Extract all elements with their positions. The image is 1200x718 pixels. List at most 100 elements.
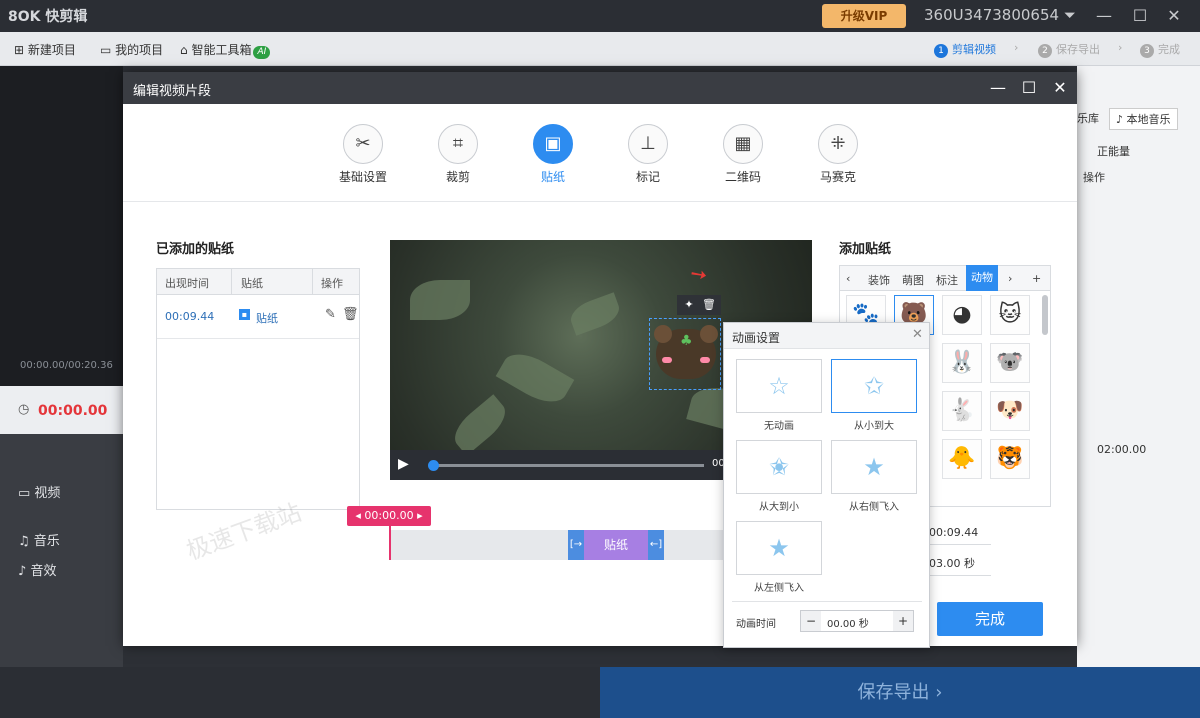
track-video[interactable]: ▭ 视频 <box>0 482 123 512</box>
clip-start-handle[interactable]: [→ <box>568 530 584 560</box>
divider <box>732 601 922 602</box>
decrement-button[interactable]: − <box>801 611 821 631</box>
local-music-button[interactable]: ♪ 本地音乐 <box>1109 108 1178 130</box>
sound-effect-icon: ♪ <box>18 564 31 579</box>
done-button[interactable]: 完成 <box>937 602 1043 636</box>
trash-icon[interactable]: 🗑 <box>699 297 719 313</box>
dialog-maximize-icon[interactable]: ☐ <box>1016 76 1042 100</box>
minimize-icon[interactable]: — <box>1090 4 1118 28</box>
popup-title: 动画设置 <box>732 331 781 345</box>
folder-icon: ▭ <box>100 43 116 57</box>
bear-cheek <box>700 357 710 363</box>
sticker-tab-animal[interactable]: 动物 <box>966 265 998 291</box>
playhead-marker[interactable]: ◂ 00:00.00 ▸ <box>347 506 431 526</box>
track-music[interactable]: ♫ 音乐 <box>0 530 123 560</box>
sticker-tab-annotate[interactable]: 标注 <box>936 272 958 288</box>
add-icon[interactable]: + <box>1032 272 1041 285</box>
tab-label: 标记 <box>635 170 660 184</box>
progress-track[interactable] <box>430 464 704 467</box>
sticker-tab-decor[interactable]: 装饰 <box>868 272 890 288</box>
smart-tools-button[interactable]: ⌂ 智能工具箱 AI <box>180 41 271 59</box>
sticker-category-tabs: ‹ 装饰 萌图 标注 动物 › + <box>839 265 1051 291</box>
table-row[interactable]: 00:09.44 ▪ 贴纸 ✎ 🗑 <box>157 295 359 339</box>
music-library-button[interactable]: 乐库 <box>1077 110 1099 126</box>
anim-option-grow[interactable]: ✩ 从小到大 <box>831 359 917 432</box>
dialog-header: 编辑视频片段 — ☐ ✕ <box>123 72 1077 104</box>
chevron-right-icon[interactable]: › <box>1008 272 1012 285</box>
save-export-label: 保存导出 <box>857 682 930 703</box>
step-edit-video[interactable]: 1 剪辑视频 <box>934 41 996 58</box>
divider <box>231 269 232 295</box>
step-number: 3 <box>1140 44 1154 58</box>
sticker-scrollbar[interactable] <box>1042 295 1048 335</box>
title-bar: 8OK 快剪辑 升级VIP 360U3473800654 ⏷ — ☐ ✕ <box>0 0 1200 32</box>
sticker-on-video[interactable]: ♣ <box>649 318 721 390</box>
sticker-timeline[interactable] <box>390 530 730 560</box>
account-menu[interactable]: 360U3473800654 ⏷ <box>924 6 1076 24</box>
tiger-sticker-icon[interactable]: 🐯 <box>990 439 1030 479</box>
app-logo: 8OK 快剪辑 <box>8 9 88 25</box>
music-file-icon: ♪ <box>1116 113 1127 126</box>
tab-crop[interactable]: ⌗ 裁剪 <box>418 124 498 185</box>
track-sfx[interactable]: ♪ 音效 <box>0 560 123 590</box>
dialog-close-icon[interactable]: ✕ <box>1047 76 1073 100</box>
sticker-tab-cute[interactable]: 萌图 <box>902 272 924 288</box>
bunny-sticker-icon[interactable]: 🐇 <box>942 391 982 431</box>
rabbit-sticker-icon[interactable]: 🐰 <box>942 343 982 383</box>
maximize-icon[interactable]: ☐ <box>1126 4 1154 28</box>
playhead-line <box>389 526 391 560</box>
duration-value[interactable]: 00.00 秒 <box>827 615 869 630</box>
tab-mosaic[interactable]: ⁜ 马赛克 <box>798 124 878 185</box>
sticker-clip[interactable]: 贴纸 <box>584 530 648 560</box>
chick-sticker-icon[interactable]: 🐥 <box>942 439 982 479</box>
stars-grow-icon: ✩ <box>831 359 917 413</box>
crop-icon: ⌗ <box>438 124 478 164</box>
bear-face-sticker-icon[interactable]: 🐨 <box>990 343 1030 383</box>
caret-right-icon: ▸ <box>413 509 423 522</box>
chevron-right-icon: › <box>1118 41 1123 54</box>
tab-basic-settings[interactable]: ✂ 基础设置 <box>323 124 403 185</box>
upgrade-vip-button[interactable]: 升级VIP <box>822 4 906 28</box>
new-project-button[interactable]: ⊞ 新建项目 <box>14 41 76 58</box>
col-time: 出现时间 <box>165 277 209 290</box>
clip-end-handle[interactable]: ←] <box>648 530 664 560</box>
save-export-button[interactable]: 保存导出 › <box>600 667 1200 718</box>
step-done[interactable]: 3 完成 <box>1140 41 1180 58</box>
edit-icon[interactable]: ✎ <box>325 307 336 322</box>
progress-knob[interactable] <box>428 460 439 471</box>
chevron-right-icon: › <box>1014 41 1019 54</box>
col-sticker: 贴纸 <box>241 277 263 290</box>
ops-header: 操作 <box>1083 171 1105 184</box>
anim-option-none[interactable]: ☆ 无动画 <box>736 359 822 432</box>
animation-settings-popup: 动画设置 ✕ ☆ 无动画 ✩ 从小到大 ✬ 从大到小 ★ 从右侧飞入 ★ 从左侧飞入 动画… <box>723 322 930 648</box>
tab-sticker[interactable]: ▣ 贴纸 <box>513 124 593 185</box>
add-sticker-title: 添加贴纸 <box>839 242 892 257</box>
divider <box>312 269 313 295</box>
close-icon[interactable]: ✕ <box>912 327 923 342</box>
tab-label: 二维码 <box>724 170 761 184</box>
delete-icon[interactable]: 🗑 <box>342 307 359 322</box>
tab-mark[interactable]: ⊥ 标记 <box>608 124 688 185</box>
star-fly-right-icon: ★ <box>831 440 917 494</box>
dialog-minimize-icon[interactable]: — <box>985 76 1011 100</box>
cat-sticker-icon[interactable]: 🐱 <box>990 295 1030 335</box>
anim-option-fly-right[interactable]: ★ 从右侧飞入 <box>831 440 917 513</box>
magic-wand-icon[interactable]: ✦ <box>679 297 699 313</box>
clock-icon: ◷ <box>18 402 30 417</box>
my-projects-button[interactable]: ▭ 我的项目 <box>100 41 163 58</box>
blush-sticker-icon[interactable]: ◕ <box>942 295 982 335</box>
step-save-export[interactable]: 2 保存导出 <box>1038 41 1100 58</box>
added-stickers-title: 已添加的贴纸 <box>156 242 235 257</box>
tab-qrcode[interactable]: ▦ 二维码 <box>703 124 783 185</box>
close-icon[interactable]: ✕ <box>1160 4 1188 28</box>
play-icon[interactable]: ▶ <box>398 456 409 472</box>
anim-option-fly-left[interactable]: ★ 从左侧飞入 <box>736 521 822 594</box>
anim-option-shrink[interactable]: ✬ 从大到小 <box>736 440 822 513</box>
appear-time-field[interactable]: 00:09.44 <box>929 521 991 545</box>
popup-header: 动画设置 ✕ <box>724 323 929 349</box>
dog-sticker-icon[interactable]: 🐶 <box>990 391 1030 431</box>
duration-field[interactable]: 03.00 秒 <box>929 552 991 576</box>
chevron-left-icon[interactable]: ‹ <box>846 272 850 285</box>
increment-button[interactable]: + <box>893 611 913 631</box>
duration-stepper: − 00.00 秒 + <box>800 610 914 632</box>
